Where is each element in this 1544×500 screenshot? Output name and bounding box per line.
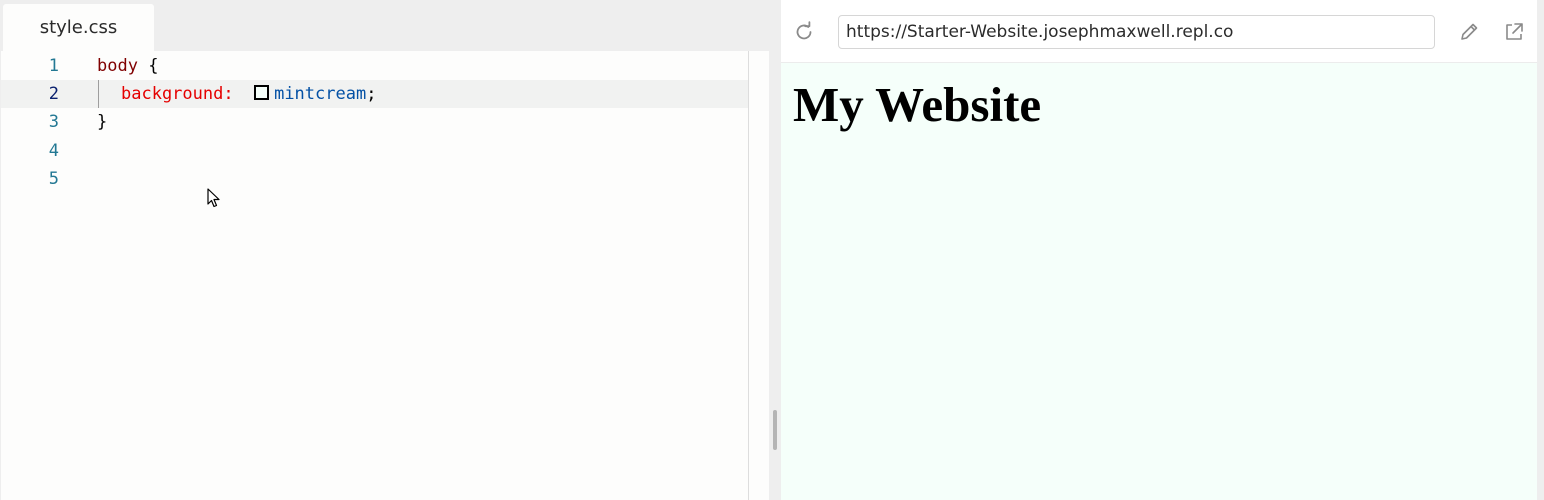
line-number: 5 [48,169,59,189]
code-text: background: mintcream; [121,80,376,108]
code-text: body { [97,52,158,80]
css-property: background: [121,84,234,104]
indent-guide [98,80,99,108]
preview-edge [1537,0,1544,500]
code-line: 4 [1,137,748,165]
line-number: 1 [48,56,59,76]
code-line: 5 [1,165,748,193]
pencil-icon[interactable] [1456,19,1482,45]
css-value: mintcream [274,84,367,104]
code-line: 1 body { [1,52,748,80]
editor-scrollbar[interactable] [748,51,769,500]
close-brace: } [97,112,108,132]
url-input[interactable]: https://Starter-Website.josephmaxwell.re… [838,15,1435,49]
css-selector: body [97,56,138,76]
code-line: 3 } [1,108,748,136]
code-text: } [97,108,107,136]
line-number: 2 [48,84,59,104]
resizer-handle[interactable] [773,410,777,450]
tab-style-css[interactable]: style.css [3,4,154,51]
pane-resizer[interactable] [769,0,781,500]
color-swatch[interactable] [254,85,270,100]
editor-tab-bar: style.css [0,0,769,51]
code-line-active: 2 background: mintcream; [1,80,748,108]
mouse-pointer-icon [207,188,220,208]
refresh-icon[interactable] [791,19,817,45]
webview-toolbar: https://Starter-Website.josephmaxwell.re… [781,0,1537,63]
open-brace: { [137,56,159,76]
line-number: 3 [48,112,59,132]
webview-pane: https://Starter-Website.josephmaxwell.re… [781,0,1537,500]
external-link-icon[interactable] [1501,19,1527,45]
code-editor-pane: style.css 1 body { 2 background: mintcre… [0,0,769,500]
line-number: 4 [48,141,59,161]
website-preview-body: My Website [781,63,1537,500]
semicolon: ; [366,84,377,104]
website-heading: My Website [793,77,1042,132]
code-area[interactable]: 1 body { 2 background: mintcream; 3 } 4 … [1,51,748,500]
